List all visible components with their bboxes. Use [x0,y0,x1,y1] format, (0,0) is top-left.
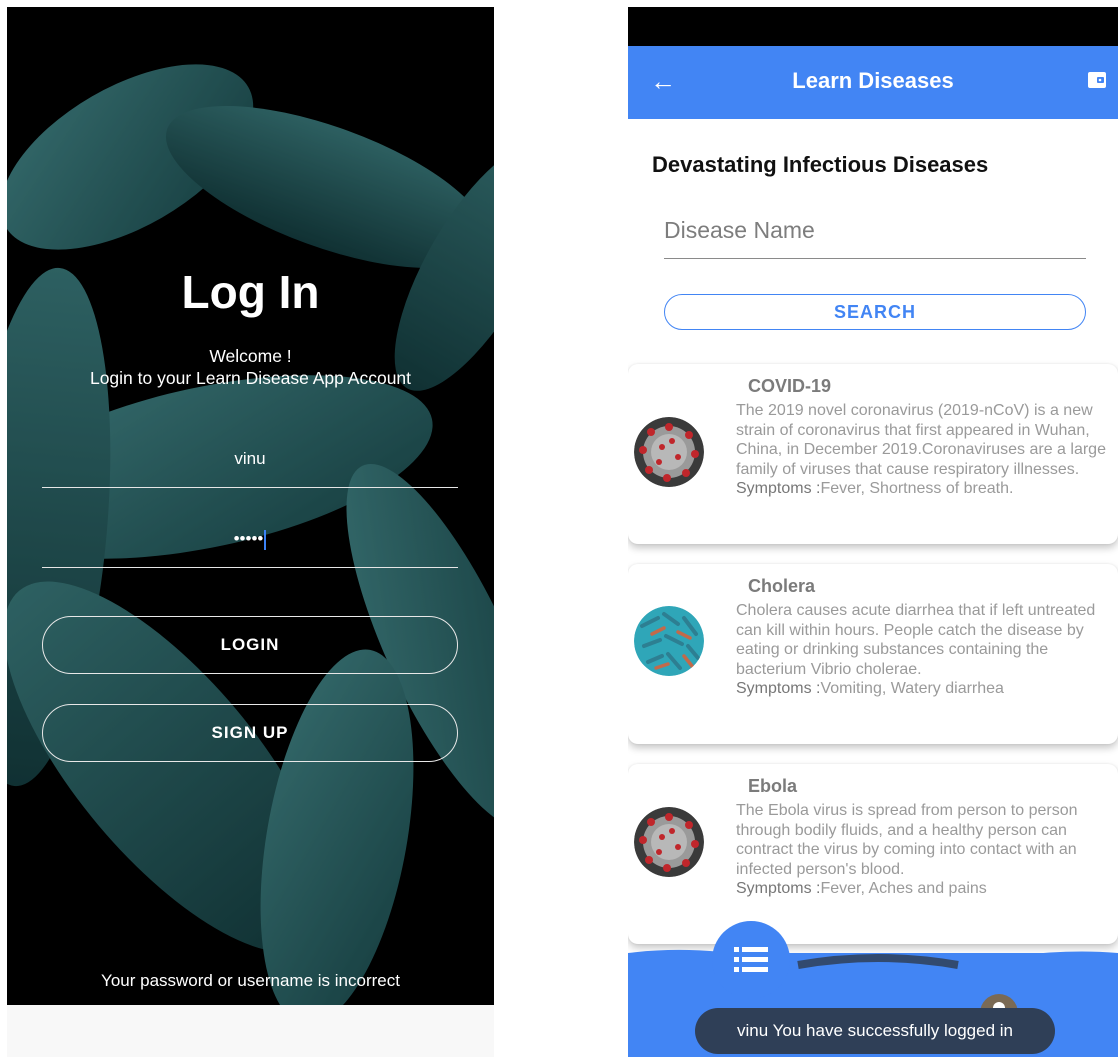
disease-card-ebola[interactable]: Ebola The Ebola virus is spread from per… [628,764,1118,944]
learn-diseases-screen: ← Learn Diseases Devastating Infectious … [628,7,1118,1057]
welcome-subtitle: Login to your Learn Disease App Account [89,368,412,388]
error-message: Your password or username is incorrect [101,971,400,990]
disease-card-cholera[interactable]: Cholera Cholera causes acute diarrhea th… [628,564,1118,744]
search-button[interactable]: SEARCH [664,294,1086,330]
disease-search-input[interactable] [664,202,1086,259]
login-title: Log In [181,266,320,318]
password-field[interactable]: ••••• [42,529,458,550]
password-value: ••••• [233,529,264,548]
symptoms-label: Symptoms : [736,680,821,697]
virus-image [634,417,704,487]
username-underline [42,487,458,488]
disease-description-text: Cholera causes acute diarrhea that if le… [736,602,1096,678]
navigation-bar-area [7,1005,494,1057]
app-bar-title: Learn Diseases [792,68,954,93]
disease-description: The Ebola virus is spread from person to… [736,801,1112,899]
welcome-text: Welcome ! Login to your Learn Disease Ap… [7,345,494,389]
disease-card-covid19[interactable]: COVID-19 The 2019 novel coronavirus (201… [628,364,1118,544]
login-button[interactable]: LOGIN [42,616,458,674]
wallet-icon[interactable] [1088,72,1106,88]
list-button[interactable] [712,921,790,999]
disease-title: Cholera [748,576,816,596]
symptoms-label: Symptoms : [736,880,821,897]
virus-image [634,807,704,877]
bottom-nav-curve [628,949,1118,973]
app-bar: ← Learn Diseases [628,46,1118,119]
symptoms-text: Vomiting, Watery diarrhea [820,680,1004,697]
username-field[interactable]: vinu [42,449,458,469]
welcome-line: Welcome ! [209,346,292,366]
text-cursor [264,529,267,550]
bacteria-background-image [7,7,494,1005]
password-underline [42,567,458,568]
disease-description: Cholera causes acute diarrhea that if le… [736,601,1112,699]
disease-description-text: The 2019 novel coronavirus (2019-nCoV) i… [736,402,1106,478]
disease-title: Ebola [748,776,798,796]
page-heading: Devastating Infectious Diseases [652,152,989,177]
symptoms-text: Fever, Aches and pains [820,880,987,897]
disease-description-text: The Ebola virus is spread from person to… [736,802,1078,878]
signup-button[interactable]: SIGN UP [42,704,458,762]
symptoms-text: Fever, Shortness of breath. [820,480,1014,497]
login-screen: Log In Welcome ! Login to your Learn Dis… [7,7,494,1005]
disease-description: The 2019 novel coronavirus (2019-nCoV) i… [736,401,1112,499]
bacteria-image [634,606,704,676]
status-bar [628,7,1118,46]
symptoms-label: Symptoms : [736,480,821,497]
login-success-toast: vinu You have successfully logged in [695,1008,1055,1054]
disease-title: COVID-19 [748,376,832,396]
list-icon [734,947,768,972]
